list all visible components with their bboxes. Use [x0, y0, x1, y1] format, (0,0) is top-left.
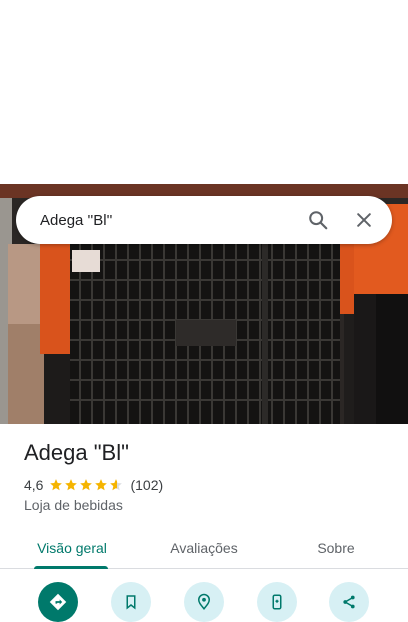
action-bar	[0, 582, 408, 622]
directions-icon	[49, 593, 67, 611]
star-icon	[50, 479, 63, 491]
bookmark-icon	[126, 595, 136, 610]
close-icon[interactable]	[344, 200, 384, 240]
search-icon[interactable]	[298, 200, 338, 240]
directions-button[interactable]	[38, 582, 78, 622]
search-bar[interactable]: Adega ''Bl''	[16, 196, 392, 244]
place-title: Adega "Bl"	[24, 440, 129, 465]
share-icon	[343, 595, 355, 609]
nearby-icon	[197, 593, 211, 610]
star-icon	[95, 479, 108, 491]
map-area	[0, 0, 408, 184]
review-count[interactable]: (102)	[130, 477, 163, 493]
rating-stars	[49, 478, 124, 492]
send-to-phone-icon	[272, 594, 282, 610]
search-query[interactable]: Adega ''Bl''	[40, 212, 298, 229]
rating-value: 4,6	[24, 477, 44, 493]
star-icon	[65, 479, 78, 491]
tab-indicator	[34, 566, 108, 569]
share-button[interactable]	[329, 582, 369, 622]
save-button[interactable]	[111, 582, 151, 622]
tab-reviews[interactable]: Avaliações	[152, 528, 256, 568]
place-category: Loja de bebidas	[24, 497, 123, 513]
nearby-button[interactable]	[184, 582, 224, 622]
tab-about[interactable]: Sobre	[296, 528, 376, 568]
star-icon	[110, 479, 123, 491]
rating-row[interactable]: 4,6 (102)	[24, 477, 163, 493]
star-icon	[80, 479, 93, 491]
tab-overview[interactable]: Visão geral	[24, 528, 120, 568]
send-to-phone-button[interactable]	[257, 582, 297, 622]
tab-bar: Visão geral Avaliações Sobre	[0, 528, 408, 569]
